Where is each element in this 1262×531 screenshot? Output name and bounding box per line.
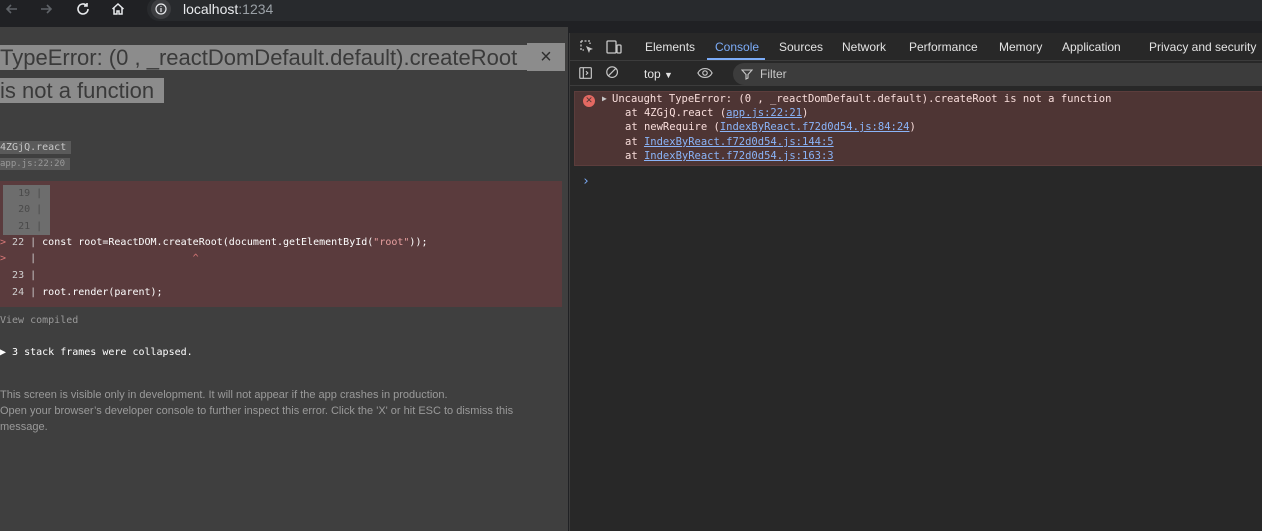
- stack-trace-line: at newRequire (IndexByReact.f72d0d54.js:…: [625, 121, 916, 133]
- inspect-element-icon[interactable]: [578, 38, 596, 56]
- close-button[interactable]: ×: [527, 43, 565, 71]
- stack-prefix: at 4ZGjQ.react (: [625, 107, 727, 119]
- view-compiled-link[interactable]: View compiled: [0, 315, 78, 326]
- stack-frame-name: 4ZGjQ.react: [0, 141, 72, 154]
- code-string: "root": [373, 237, 410, 248]
- line-number: 20: [18, 204, 31, 215]
- stack-trace-line: at IndexByReact.f72d0d54.js:163:3: [625, 150, 834, 162]
- chevron-down-icon: ▼: [664, 70, 673, 80]
- collapsed-frames-toggle[interactable]: ▶ 3 stack frames were collapsed.: [0, 347, 193, 358]
- console-filter-input[interactable]: Filter: [733, 63, 1262, 85]
- code-line-caret: > | ^: [0, 253, 199, 264]
- code-line: 24 | root.render(parent);: [12, 287, 163, 298]
- filter-icon: [740, 67, 754, 80]
- console-prompt[interactable]: ›: [582, 174, 590, 189]
- stack-prefix: at: [625, 136, 644, 148]
- code-line-error: > 22 | const root=ReactDOM.createRoot(do…: [0, 237, 428, 248]
- code-snippet: 19 | 20 | 21 | > 22 | const root=ReactDO…: [0, 181, 562, 307]
- stack-suffix: ): [802, 107, 809, 119]
- code-line: 21 |: [18, 221, 43, 232]
- code-text-end: ));: [409, 237, 428, 248]
- home-button[interactable]: [108, 0, 128, 19]
- context-label: top: [644, 67, 661, 81]
- stack-link[interactable]: IndexByReact.f72d0d54.js:144:5: [644, 136, 834, 148]
- error-overlay: TypeError: (0 , _reactDomDefault.default…: [0, 27, 568, 531]
- device-toolbar-icon[interactable]: [605, 38, 623, 56]
- home-icon: [111, 2, 125, 15]
- line-number: 21: [18, 221, 31, 232]
- stack-link[interactable]: IndexByReact.f72d0d54.js:163:3: [644, 150, 834, 162]
- error-title-text: TypeError: (0 , _reactDomDefault.default…: [0, 45, 528, 103]
- tab-privacy-security[interactable]: Privacy and security: [1149, 40, 1256, 54]
- devtools-panel: Elements Console Sources Network Perform…: [569, 33, 1262, 531]
- url-text: localhost:1234: [183, 1, 273, 17]
- error-message-text[interactable]: Uncaught TypeError: (0 , _reactDomDefaul…: [612, 93, 1111, 105]
- filter-placeholder: Filter: [760, 67, 787, 81]
- url-host: localhost: [183, 1, 239, 17]
- forward-button[interactable]: [36, 0, 56, 19]
- error-title: TypeError: (0 , _reactDomDefault.default…: [0, 41, 528, 107]
- clear-console-icon[interactable]: [605, 65, 623, 83]
- active-tab-indicator: [707, 58, 765, 60]
- footer-line-1: This screen is visible only in developme…: [0, 389, 448, 401]
- tab-memory[interactable]: Memory: [999, 40, 1042, 54]
- tab-elements[interactable]: Elements: [645, 40, 695, 54]
- line-number: 23: [12, 270, 25, 281]
- console-error-message: ✕ ▶ Uncaught TypeError: (0 , _reactDomDe…: [574, 91, 1262, 166]
- url-port: :1234: [238, 1, 274, 17]
- error-icon: ✕: [583, 95, 595, 107]
- code-line: 20 |: [18, 204, 43, 215]
- stack-prefix: at newRequire (: [625, 121, 720, 133]
- back-button[interactable]: [2, 0, 22, 19]
- tab-performance[interactable]: Performance: [909, 40, 978, 54]
- arrow-left-icon: [5, 4, 17, 14]
- console-toolbar: top ▼ Filter: [570, 62, 1262, 86]
- line-number: 24: [12, 287, 25, 298]
- tab-network[interactable]: Network: [842, 40, 886, 54]
- context-selector[interactable]: top ▼: [644, 67, 673, 81]
- stack-suffix: ): [909, 121, 916, 133]
- expand-triangle-icon[interactable]: ▶: [602, 94, 607, 103]
- live-expression-eye-icon[interactable]: [696, 65, 714, 83]
- code-text: root.render(parent);: [42, 287, 163, 298]
- tab-application[interactable]: Application: [1062, 40, 1121, 54]
- site-info-icon[interactable]: [151, 0, 171, 19]
- reload-button[interactable]: [73, 0, 93, 19]
- code-text: const root=ReactDOM.createRoot(document.…: [42, 237, 374, 248]
- stack-frame-location[interactable]: app.js:22:20: [0, 158, 71, 170]
- stack-link[interactable]: app.js:22:21: [726, 107, 802, 119]
- arrow-right-icon: [41, 4, 53, 14]
- reload-icon: [77, 3, 89, 15]
- code-line: 23 |: [12, 270, 37, 281]
- stack-link[interactable]: IndexByReact.f72d0d54.js:84:24: [720, 121, 910, 133]
- browser-toolbar: localhost:1234: [0, 0, 1262, 27]
- stack-trace-line: at IndexByReact.f72d0d54.js:144:5: [625, 136, 834, 148]
- tab-console[interactable]: Console: [715, 40, 759, 54]
- tab-sources[interactable]: Sources: [779, 40, 823, 54]
- error-caret: ^: [192, 253, 199, 264]
- devtools-tabbar: Elements Console Sources Network Perform…: [570, 33, 1262, 61]
- sidebar-toggle-icon[interactable]: [578, 65, 596, 83]
- stack-trace-line: at 4ZGjQ.react (app.js:22:21): [625, 107, 808, 119]
- line-number: 19: [18, 188, 31, 199]
- footer-line-2: Open your browser’s developer console to…: [0, 405, 514, 433]
- code-line: 19 |: [18, 188, 43, 199]
- address-bar[interactable]: localhost:1234: [147, 0, 1262, 21]
- stack-prefix: at: [625, 150, 644, 162]
- overlay-footer-note: This screen is visible only in developme…: [0, 387, 540, 435]
- line-number: 22: [12, 237, 25, 248]
